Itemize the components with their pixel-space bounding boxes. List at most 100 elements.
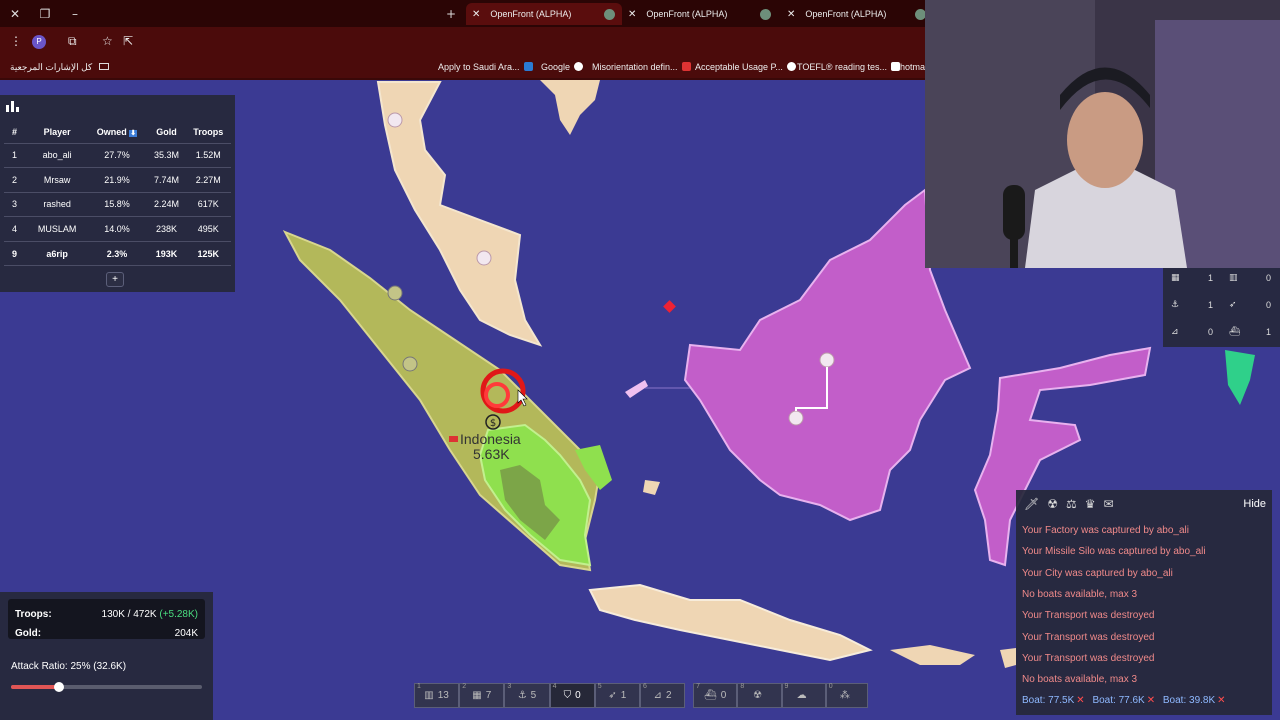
new-tab-button[interactable]: + xyxy=(436,0,466,27)
unit-count: 0 xyxy=(1207,327,1213,337)
port-marker[interactable] xyxy=(387,112,403,128)
event-log-panel: 🗡 ☢ ⚖ ♛ ✉ Hide Your Factory was captured… xyxy=(1016,490,1272,715)
cancel-boat-icon[interactable]: ✕ xyxy=(1217,695,1225,706)
attack-ratio-slider[interactable] xyxy=(11,682,202,692)
sam-launcher-icon: ⊿ xyxy=(653,690,662,701)
hide-button[interactable]: Hide xyxy=(1243,498,1266,510)
leaderboard-row[interactable]: 1 abo_ali 27.7% 35.3M 1.52M xyxy=(4,143,231,169)
bookmark-star-icon[interactable]: ☆ xyxy=(102,34,113,48)
event-message: Your Transport was destroyed xyxy=(1022,652,1155,664)
bookmark-label: Apply to Saudi Ara... xyxy=(438,62,520,72)
event-filters: 🗡 ☢ ⚖ ♛ ✉ xyxy=(1024,497,1114,511)
cell-rank: 9 xyxy=(4,241,28,267)
browser-tab[interactable]: ✕ OpenFront (ALPHA) xyxy=(466,3,622,25)
city-marker[interactable] xyxy=(402,356,418,372)
menu-dots-icon[interactable]: ⋮ xyxy=(10,34,22,48)
build-defense-post[interactable]: 4 ⛉ 0 xyxy=(549,683,595,708)
cancel-boat-icon[interactable]: ✕ xyxy=(1147,695,1155,706)
build-port[interactable]: 3 ⚓ 5 xyxy=(504,683,550,708)
build-count: 13 xyxy=(437,690,449,701)
all-bookmarks-folder[interactable]: كل الإشارات المرجعية xyxy=(10,62,109,73)
browser-tab[interactable]: ✕ OpenFront (ALPHA) xyxy=(781,3,926,25)
build-missile-silo[interactable]: 5 ➶ 1 xyxy=(594,683,640,708)
build-mirv[interactable]: 0 ⁂ xyxy=(825,683,868,708)
alliance-icon[interactable]: ♛ xyxy=(1085,497,1096,511)
bookmark-item[interactable]: TOEFL® reading tes... xyxy=(797,62,901,72)
cell-owned: 2.3% xyxy=(86,241,148,267)
unit-count-sam-launcher: ⊿ 0 xyxy=(1165,321,1219,343)
cast-icon[interactable]: ⇱ xyxy=(123,34,133,48)
col-troops[interactable]: Troops xyxy=(185,121,231,144)
leaderboard-row[interactable]: 3 rashed 15.8% 2.24M 617K xyxy=(4,192,231,218)
close-window-icon[interactable]: ✕ xyxy=(0,0,30,27)
build-hydrogen-bomb[interactable]: 9 ☁ xyxy=(781,683,826,708)
tab-bar: ✕ ❐ – + ✕ OpenFront (ALPHA) ✕ OpenFront … xyxy=(0,0,926,27)
cell-gold: 2.24M xyxy=(147,192,186,218)
cancel-boat-icon[interactable]: ✕ xyxy=(1076,695,1084,706)
browser-chrome: ✕ ❐ – + ✕ OpenFront (ALPHA) ✕ OpenFront … xyxy=(0,0,926,80)
factory-marker[interactable] xyxy=(476,250,492,266)
structure-marker[interactable] xyxy=(387,285,403,301)
bookmark-label: hotma xyxy=(900,62,926,72)
unit-count-factory: ▦ 1 xyxy=(1165,267,1219,289)
bookmark-site-icon xyxy=(786,62,796,71)
bookmark-item[interactable]: hotma xyxy=(900,62,925,72)
trade-icon[interactable]: ⚖ xyxy=(1066,497,1077,511)
leaderboard-row[interactable]: 2 Mrsaw 21.9% 7.74M 2.27M xyxy=(4,167,231,193)
cell-owned: 21.9% xyxy=(86,167,148,193)
build-count: 2 xyxy=(665,690,672,701)
bookmark-label: Google xyxy=(541,62,571,72)
extensions-icon[interactable]: ⧉ xyxy=(68,34,77,49)
hydrogen-bomb-icon: ☁ xyxy=(796,690,807,701)
browser-tab[interactable]: ✕ OpenFront (ALPHA) xyxy=(622,3,780,25)
close-tab-icon[interactable]: ✕ xyxy=(787,9,795,20)
bookmark-item[interactable]: Google xyxy=(541,62,584,72)
close-tab-icon[interactable]: ✕ xyxy=(628,9,636,20)
build-city[interactable]: 1 ▥ 13 xyxy=(414,683,460,708)
minimize-window-icon[interactable]: – xyxy=(60,0,90,27)
bar-chart-icon[interactable] xyxy=(6,101,19,112)
leaderboard-row[interactable]: 9 a6rip 2.3% 193K 125K xyxy=(4,241,231,267)
unit-count: 1 xyxy=(1207,300,1213,310)
cell-troops: 495K xyxy=(185,216,231,242)
slider-fill xyxy=(11,685,59,689)
port-icon: ⚓ xyxy=(517,690,527,701)
cell-player: rashed xyxy=(28,192,87,218)
leaderboard-row[interactable]: 4 MUSLAM 14.0% 238K 495K xyxy=(4,216,231,242)
event-message: No boats available, max 3 xyxy=(1022,674,1138,686)
flag-icon xyxy=(449,436,458,442)
bookmark-item[interactable]: Misorientation defin... xyxy=(592,62,691,72)
restore-window-icon[interactable]: ❐ xyxy=(30,0,60,27)
bookmark-item[interactable]: Apply to Saudi Ara... xyxy=(438,62,533,72)
build-count: 5 xyxy=(530,690,537,701)
chat-icon[interactable]: ✉ xyxy=(1104,497,1114,511)
dollar-icon: $ xyxy=(490,418,496,429)
tab-title: OpenFront (ALPHA) xyxy=(646,9,728,19)
nuke-icon[interactable]: ☢ xyxy=(1047,497,1058,511)
slider-knob[interactable] xyxy=(53,682,64,692)
close-tab-icon[interactable]: ✕ xyxy=(472,9,480,20)
build-sam-launcher[interactable]: 6 ⊿ 2 xyxy=(639,683,686,708)
cell-gold: 7.74M xyxy=(147,167,186,193)
bookmark-item[interactable]: Acceptable Usage P... xyxy=(695,62,796,72)
sword-icon[interactable]: 🗡 xyxy=(1024,497,1039,511)
col-owned[interactable]: Owned ⬇ xyxy=(86,121,148,144)
show-more-button[interactable]: + xyxy=(106,272,124,287)
build-count: 0 xyxy=(575,690,581,701)
factory-marker[interactable] xyxy=(788,410,804,426)
factory-marker[interactable] xyxy=(819,352,835,368)
hotkey-label: 8 xyxy=(740,683,745,690)
unit-count-city: ▥ 0 xyxy=(1223,267,1277,289)
build-factory[interactable]: 2 ▦ 7 xyxy=(459,683,505,708)
build-warship[interactable]: 7 ⛴ 0 xyxy=(693,683,738,708)
troops-value: 130K / 472K xyxy=(101,609,157,620)
cell-troops: 2.27M xyxy=(185,167,231,193)
profile-avatar[interactable]: P xyxy=(32,35,46,49)
globe-icon xyxy=(760,8,771,20)
missile-silo-icon: ➶ xyxy=(608,690,617,701)
col-gold[interactable]: Gold xyxy=(147,121,186,144)
build-atom-bomb[interactable]: 8 ☢ xyxy=(737,683,782,708)
build-bar: 1 ▥ 13 2 ▦ 7 3 ⚓ 5 4 ⛉ 0 5 ➶ 1 6 ⊿ 2 7 ⛴ 0 8 ☢ 9 ☁ 0 ⁂ xyxy=(414,683,868,708)
col-player[interactable]: Player xyxy=(28,121,87,144)
unit-count-warship: ⛴ 1 xyxy=(1223,321,1277,343)
